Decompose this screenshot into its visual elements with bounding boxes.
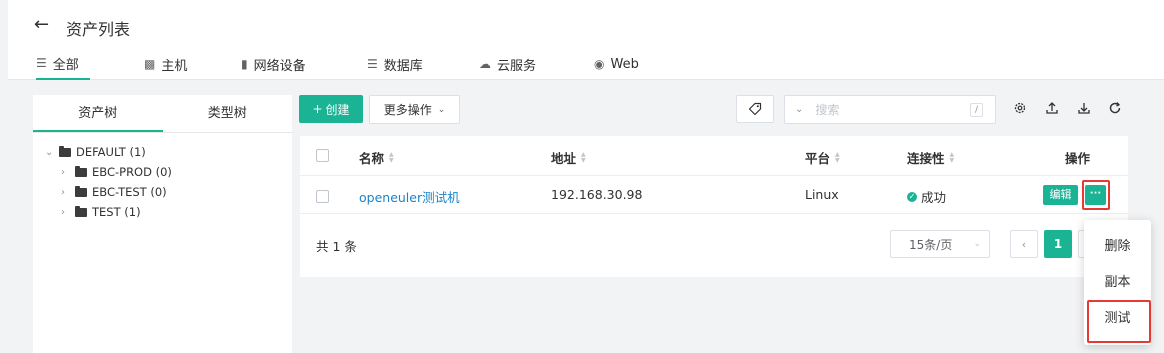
tab-label: Web xyxy=(610,56,639,72)
tag-filter-button[interactable] xyxy=(736,95,774,123)
column-header-label: 连接性 xyxy=(907,151,945,166)
connectivity-label: 成功 xyxy=(921,190,947,205)
column-header-connectivity[interactable]: 连接性 ▲ ▼ xyxy=(907,148,954,167)
tab-asset-tree[interactable]: 资产树 xyxy=(33,95,163,132)
tab-label: 主机 xyxy=(161,58,188,74)
chevron-right-icon[interactable]: › xyxy=(61,187,75,198)
upload-icon[interactable] xyxy=(1044,100,1060,116)
tree-node-default[interactable]: ⌄ DEFAULT (1) xyxy=(45,145,146,159)
select-all-checkbox[interactable] xyxy=(316,149,329,162)
page-number-current[interactable]: 1 xyxy=(1044,230,1072,258)
chevron-left-icon: ‹ xyxy=(1021,237,1027,251)
connectivity-status: ✓ 成功 xyxy=(907,187,946,206)
tab-label: 网络设备 xyxy=(253,58,306,74)
chevron-right-icon[interactable]: › xyxy=(61,207,75,218)
cloud-icon: ☁ xyxy=(479,57,491,71)
more-actions-button[interactable]: 更多操作 ⌄ xyxy=(369,95,460,124)
tree-node-test[interactable]: › TEST (1) xyxy=(61,205,141,219)
table-header: 名称 ▲ ▼ 地址 ▲ ▼ 平台 ▲ ▼ 连接性 ▲ ▼ 操作 xyxy=(300,136,1128,176)
tab-cloud[interactable]: ☁ 云服务 xyxy=(479,48,536,80)
plus-icon: + xyxy=(312,102,323,116)
page-title: 资产列表 xyxy=(66,20,131,39)
search-box[interactable]: ⌄ / xyxy=(784,95,996,124)
column-header-address[interactable]: 地址 ▲ ▼ xyxy=(551,148,586,167)
globe-icon: ◉ xyxy=(594,57,605,71)
chevron-down-icon[interactable]: ⌄ xyxy=(795,104,803,115)
more-options-button[interactable]: ··· xyxy=(1085,185,1106,205)
tab-database[interactable]: ☰ 数据库 xyxy=(367,48,423,80)
tree-node-label: DEFAULT (1) xyxy=(76,145,146,159)
prev-page-button[interactable]: ‹ xyxy=(1010,230,1038,258)
search-shortcut-hint: / xyxy=(970,103,983,117)
total-count: 共 1 条 xyxy=(316,239,357,254)
tree-node-ebc-test[interactable]: › EBC-TEST (0) xyxy=(61,185,167,199)
chevron-down-icon: ⌄ xyxy=(973,239,981,249)
create-button[interactable]: + 创建 xyxy=(299,95,363,123)
menu-item-test[interactable]: 测试 xyxy=(1084,304,1151,334)
row-checkbox[interactable] xyxy=(316,190,329,203)
list-icon: ☰ xyxy=(36,56,47,70)
column-header-name[interactable]: 名称 ▲ ▼ xyxy=(359,148,394,167)
tree-node-label: EBC-PROD (0) xyxy=(92,165,172,179)
tree-node-label: TEST (1) xyxy=(92,205,141,219)
column-header-label: 地址 xyxy=(551,151,577,166)
asset-platform: Linux xyxy=(805,187,839,202)
folder-icon xyxy=(75,205,87,217)
tree-node-label: EBC-TEST (0) xyxy=(92,185,167,199)
menu-item-delete[interactable]: 删除 xyxy=(1084,232,1151,262)
database-icon: ☰ xyxy=(367,57,378,71)
tree-tabs: 资产树 类型树 xyxy=(33,95,292,133)
asset-table-card: 名称 ▲ ▼ 地址 ▲ ▼ 平台 ▲ ▼ 连接性 ▲ ▼ 操作 openeuler测试机… xyxy=(300,136,1128,277)
host-icon: ▩ xyxy=(144,57,156,71)
tab-host[interactable]: ▩ 主机 xyxy=(144,48,187,80)
folder-icon xyxy=(75,165,87,177)
refresh-icon[interactable] xyxy=(1107,100,1123,116)
page-size-select[interactable]: 15条/页 ⌄ xyxy=(890,230,990,258)
chevron-down-icon[interactable]: ⌄ xyxy=(45,147,59,158)
tab-type-tree[interactable]: 类型树 xyxy=(163,95,293,132)
tab-web[interactable]: ◉ Web xyxy=(594,48,639,80)
search-input[interactable] xyxy=(815,102,946,117)
create-button-label: 创建 xyxy=(325,102,350,117)
download-icon[interactable] xyxy=(1076,100,1092,116)
row-actions-dropdown: 删除 副本 测试 xyxy=(1084,220,1151,345)
menu-item-clone[interactable]: 副本 xyxy=(1084,268,1151,298)
network-device-icon: ▮ xyxy=(241,57,248,71)
column-header-label: 名称 xyxy=(359,151,385,166)
sort-icon[interactable]: ▲ ▼ xyxy=(835,151,840,164)
sort-icon[interactable]: ▲ ▼ xyxy=(389,151,394,164)
asset-name-link[interactable]: openeuler测试机 xyxy=(359,187,460,206)
asset-address: 192.168.30.98 xyxy=(551,187,643,202)
tab-all[interactable]: ☰ 全部 xyxy=(36,48,90,80)
tree-node-ebc-prod[interactable]: › EBC-PROD (0) xyxy=(61,165,172,179)
folder-open-icon xyxy=(59,145,71,157)
edit-button[interactable]: 编辑 xyxy=(1043,185,1078,205)
page-size-value: 15条/页 xyxy=(909,237,953,252)
back-arrow-icon[interactable]: ← xyxy=(34,14,49,35)
column-header-label: 平台 xyxy=(805,151,831,166)
page-header: ← 资产列表 ☰ 全部 ▩ 主机 ▮ 网络设备 ☰ 数据库 ☁ 云服务 ◉ We… xyxy=(8,0,1164,80)
folder-icon xyxy=(75,185,87,197)
tab-label: 数据库 xyxy=(383,58,423,74)
column-header-platform[interactable]: 平台 ▲ ▼ xyxy=(805,148,840,167)
sort-icon[interactable]: ▲ ▼ xyxy=(581,151,586,164)
more-actions-label: 更多操作 xyxy=(383,103,432,117)
sort-icon[interactable]: ▲ ▼ xyxy=(950,151,955,164)
column-header-actions: 操作 xyxy=(1065,151,1091,166)
tab-label: 全部 xyxy=(52,57,79,73)
tab-network-device[interactable]: ▮ 网络设备 xyxy=(241,48,306,80)
check-circle-icon: ✓ xyxy=(907,191,917,202)
table-row: openeuler测试机 192.168.30.98 Linux ✓ 成功 编辑… xyxy=(300,176,1128,214)
chevron-right-icon[interactable]: › xyxy=(61,167,75,178)
settings-gear-icon[interactable] xyxy=(1012,100,1028,116)
tag-icon xyxy=(748,102,762,116)
tab-label: 云服务 xyxy=(497,58,537,74)
asset-tree-panel: 资产树 类型树 ⌄ DEFAULT (1) › EBC-PROD (0) › E… xyxy=(33,95,292,353)
chevron-down-icon: ⌄ xyxy=(437,104,446,115)
